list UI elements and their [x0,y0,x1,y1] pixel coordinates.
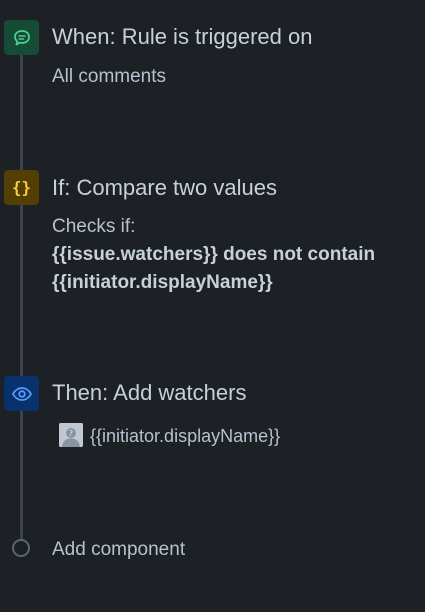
avatar: ? [59,423,83,447]
timeline-line [20,40,23,545]
action-title[interactable]: Then: Add watchers [52,380,246,406]
trigger-detail: All comments [52,66,167,87]
action-icon-box[interactable] [4,376,39,411]
add-component-link[interactable]: Add component [52,539,185,561]
condition-expression-line1: {{issue.watchers}} does not contain [52,244,376,265]
curly-braces-icon: {} [11,178,32,197]
user-placeholder-icon: ? [59,423,83,447]
condition-checks-label: Checks if: [52,216,136,237]
add-component-dot[interactable] [12,539,30,557]
watcher-name: {{initiator.displayName}} [90,426,281,446]
eye-icon [11,386,32,401]
condition-icon-box[interactable]: {} [4,170,39,205]
condition-title[interactable]: If: Compare two values [52,175,277,201]
condition-expression-line2: {{initiator.displayName}} [52,272,273,293]
svg-text:?: ? [69,429,73,438]
trigger-icon-box[interactable] [4,20,39,55]
trigger-title[interactable]: When: Rule is triggered on [52,24,312,50]
comment-icon [13,29,30,45]
